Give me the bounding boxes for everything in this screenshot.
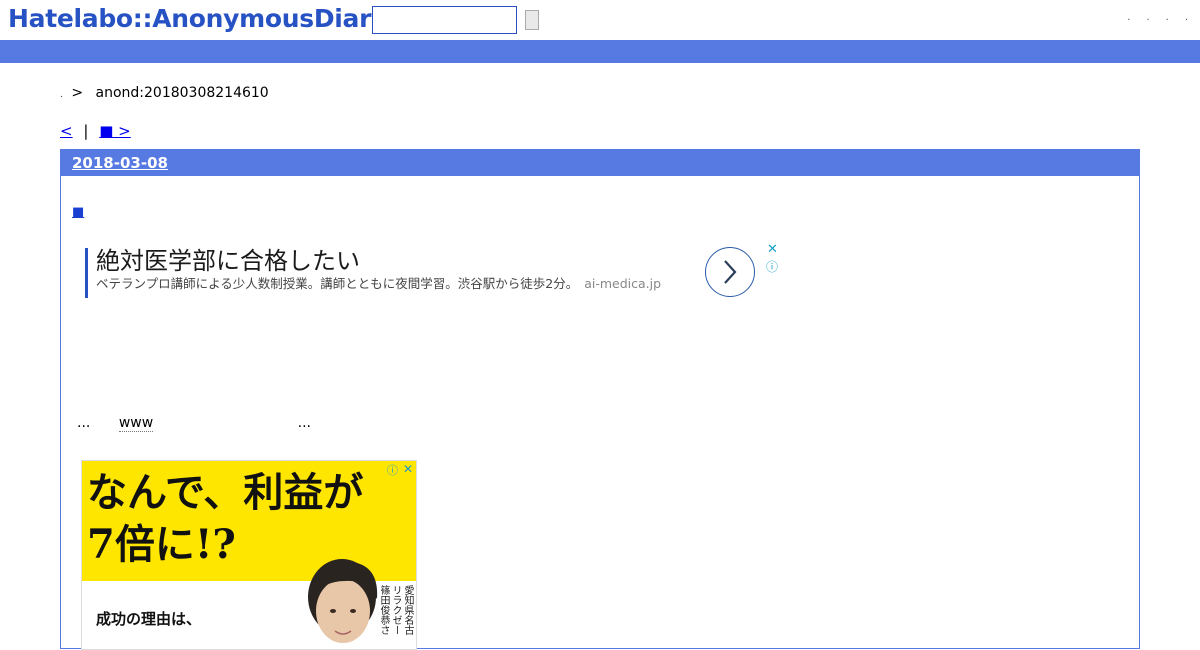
header-link-2[interactable]: . [1146, 8, 1149, 28]
prev-link[interactable]: < [60, 122, 73, 140]
site-header: Hatelabo::AnonymousDiary . . . . [0, 0, 1200, 40]
header-link-4[interactable]: . [1185, 8, 1188, 28]
breadcrumb-separator: > [71, 85, 84, 101]
breadcrumb-home-link[interactable]: . [60, 90, 63, 100]
entry-link-mark: ■ [99, 122, 114, 140]
header-links: . . . . [1127, 8, 1188, 28]
ad-description-text: ベテランプロ講師による少人数制授業。講師とともに夜間学習。渋谷駅から徒歩2分。 [96, 276, 579, 291]
ad-info-icon[interactable]: ⓘ [766, 260, 778, 274]
entry-text-start: ... [77, 415, 91, 431]
entry-text-end: ... [297, 415, 311, 431]
entry-link-next: > [118, 122, 131, 140]
day-date-link[interactable]: 2018-03-08 [72, 154, 168, 172]
ad-title[interactable]: 絶対医学部に合格したい [96, 246, 360, 276]
banner-vertical-text-3: 篠田俊恭さ [378, 585, 389, 635]
search-input[interactable] [372, 6, 517, 34]
ad-open-button[interactable] [705, 247, 755, 297]
day-header: 2018-03-08 [61, 150, 1139, 176]
banner-vertical-text-1: 愛知県名古 [402, 585, 413, 635]
banner-ad[interactable]: なんで、利益が 7倍に!? 成功の理由は、 愛知県名古 リラクゼー 篠田俊恭さ … [81, 460, 417, 650]
banner-close-icon[interactable]: ✕ [403, 462, 413, 476]
chevron-right-icon [724, 260, 737, 284]
entry-permalink[interactable]: ■ [72, 205, 84, 220]
breadcrumb-current: anond:20180308214610 [95, 85, 269, 101]
pager: < | ■ > [60, 121, 131, 141]
ad-close-icon[interactable]: ✕ [767, 243, 778, 257]
header-link-3[interactable]: . [1166, 8, 1169, 28]
text-ad[interactable]: 絶対医学部に合格したい ベテランプロ講師による少人数制授業。講師とともに夜間学習… [85, 246, 785, 306]
pager-divider: | [83, 122, 89, 140]
day-section: 2018-03-08 ■ 絶対医学部に合格したい ベテランプロ講師による少人数制… [60, 149, 1140, 650]
header-bar [0, 40, 1200, 63]
banner-vertical-text-2: リラクゼー [390, 585, 401, 635]
search-button[interactable] [525, 10, 539, 30]
entry-link[interactable]: ■ > [99, 122, 131, 140]
breadcrumb: . > anond:20180308214610 [60, 84, 269, 104]
entry-text: ... www ... [77, 414, 311, 432]
site-logo[interactable]: Hatelabo::AnonymousDiary [8, 3, 387, 35]
entry-text-www: www [118, 415, 154, 432]
ad-accent-rule [85, 248, 88, 298]
ad-description: ベテランプロ講師による少人数制授業。講師とともに夜間学習。渋谷駅から徒歩2分。 a… [96, 276, 661, 292]
banner-subtext: 成功の理由は、 [96, 610, 202, 628]
ad-domain: ai-medica.jp [584, 276, 662, 291]
banner-info-icon[interactable]: ⓘ [387, 462, 398, 478]
header-link-1[interactable]: . [1127, 8, 1130, 28]
